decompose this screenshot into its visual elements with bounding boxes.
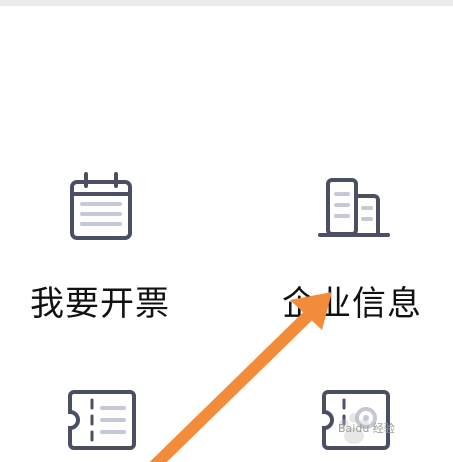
top-divider-bar — [0, 0, 453, 6]
tile-company-info-label: 企业信息 — [282, 284, 422, 324]
tile-ticket-list[interactable] — [20, 380, 195, 462]
tile-invoice[interactable]: 我要开票 — [20, 160, 195, 330]
ticket-list-icon — [68, 390, 136, 450]
building-icon — [318, 178, 390, 237]
tile-invoice-label: 我要开票 — [30, 284, 170, 324]
calendar-icon — [70, 172, 132, 240]
watermark-text: Baidu 经验 — [338, 422, 395, 435]
tile-company-info[interactable]: 企业信息 — [270, 160, 450, 330]
app-screen: 我要开票 企业信息 Baidu 经验 — [0, 0, 453, 462]
